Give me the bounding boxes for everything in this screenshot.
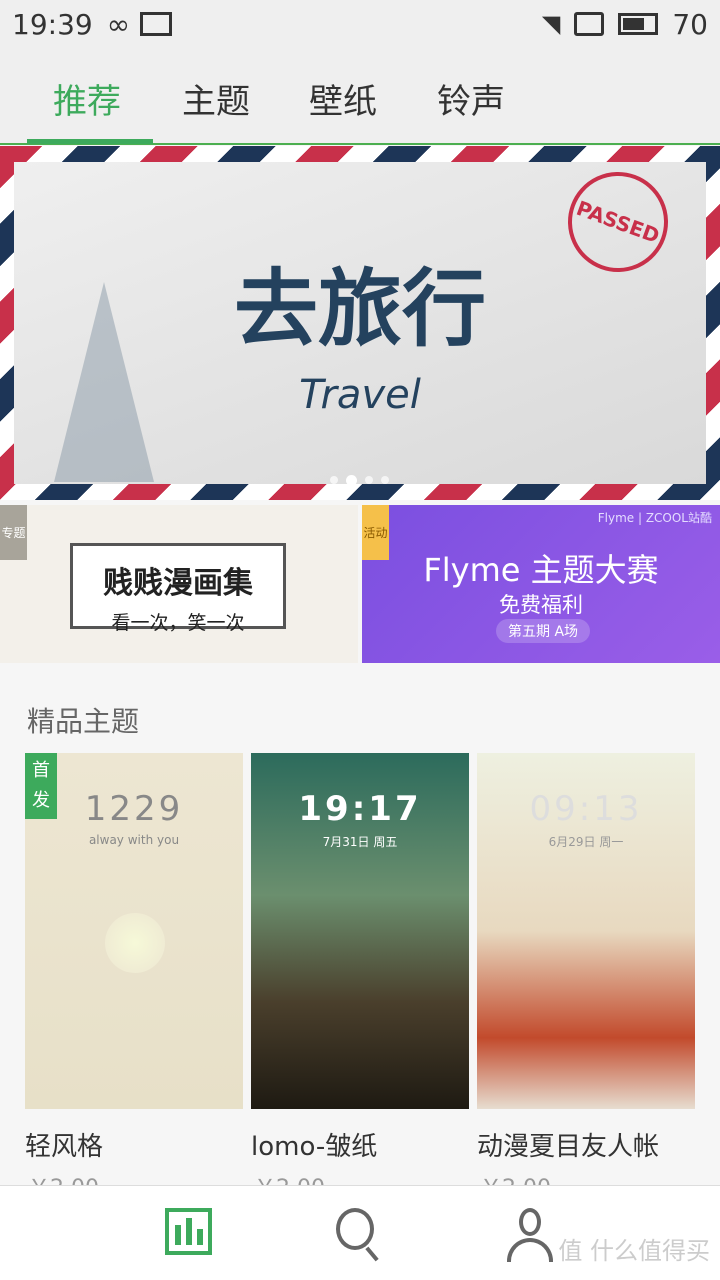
promo-comic[interactable]: 专题 贱贱漫画集 看一次，笑一次 bbox=[0, 505, 358, 663]
promo-title: 贱贱漫画集 bbox=[103, 566, 253, 601]
theme-preview-caption: 6月29日 周一 bbox=[548, 835, 624, 849]
theme-card[interactable]: 09:13 6月29日 周一 bbox=[477, 753, 695, 1109]
carousel-dots bbox=[330, 475, 389, 486]
carousel-dot[interactable] bbox=[330, 476, 338, 484]
theme-card[interactable]: 1229 alway with you 首发 bbox=[25, 753, 243, 1109]
section-title: 精品主题 bbox=[27, 705, 140, 738]
battery-level: 70 bbox=[672, 7, 708, 41]
tab-bar: 推荐 主题 壁纸 铃声 bbox=[0, 48, 720, 145]
theme-card[interactable]: 19:17 7月31日 周五 bbox=[251, 753, 469, 1109]
theme-preview-clock: 09:13 bbox=[529, 789, 643, 829]
carousel-dot[interactable] bbox=[365, 476, 373, 484]
promo-tag: 专题 bbox=[0, 505, 27, 560]
battery-icon bbox=[618, 13, 659, 35]
chart-icon[interactable] bbox=[165, 1208, 212, 1255]
tab-recommend[interactable]: 推荐 bbox=[53, 74, 121, 123]
theme-preview-caption: alway with you bbox=[88, 833, 180, 847]
theme-name[interactable]: lomo-皱纸 bbox=[251, 1126, 377, 1163]
promo-brand: Flyme | ZCOOL站酷 bbox=[597, 511, 712, 525]
tab-themes[interactable]: 主题 bbox=[182, 74, 250, 123]
infinity-icon: ∞ bbox=[106, 7, 131, 41]
theme-preview-clock: 19:17 bbox=[298, 789, 422, 829]
promo-subtitle: 看一次，笑一次 bbox=[111, 612, 245, 634]
theme-preview-glow bbox=[105, 913, 165, 973]
watermark: 值 什么值得买 bbox=[558, 1237, 710, 1265]
banner-subtitle: Travel bbox=[299, 372, 421, 418]
promo-subtitle: 免费福利 bbox=[499, 593, 583, 617]
theme-name[interactable]: 动漫夏目友人帐 bbox=[477, 1126, 659, 1163]
promo-frame: 贱贱漫画集 看一次，笑一次 bbox=[70, 543, 286, 634]
tab-ringtones[interactable]: 铃声 bbox=[437, 74, 505, 123]
banner-image: 去旅行 Travel PASSED bbox=[14, 157, 706, 484]
search-icon[interactable] bbox=[336, 1208, 386, 1262]
status-time: 19:39 bbox=[12, 7, 93, 41]
screen-icon bbox=[574, 12, 605, 36]
carousel-dot-active[interactable] bbox=[346, 475, 357, 486]
promo-pill: 第五期 A场 bbox=[496, 619, 591, 643]
wifi-icon: ◥ bbox=[541, 10, 561, 38]
user-icon[interactable] bbox=[505, 1208, 555, 1262]
theme-name[interactable]: 轻风格 bbox=[25, 1126, 103, 1163]
image-icon bbox=[140, 12, 173, 36]
bottom-nav: 值 什么值得买 bbox=[0, 1185, 720, 1280]
first-release-badge: 首发 bbox=[25, 753, 57, 819]
theme-preview-caption: 7月31日 周五 bbox=[322, 835, 398, 849]
theme-preview-clock: 1229 bbox=[84, 789, 184, 829]
promo-title: Flyme 主题大赛 bbox=[423, 551, 659, 589]
active-tab-indicator bbox=[27, 139, 153, 144]
banner-carousel[interactable]: 去旅行 Travel PASSED bbox=[0, 146, 720, 500]
tab-wallpapers[interactable]: 壁纸 bbox=[309, 74, 377, 123]
promo-contest[interactable]: 活动 Flyme | ZCOOL站酷 Flyme 主题大赛 免费福利 第五期 A… bbox=[362, 505, 720, 663]
status-bar: 19:39 ∞ ◥ 70 bbox=[0, 0, 720, 48]
carousel-dot[interactable] bbox=[381, 476, 389, 484]
